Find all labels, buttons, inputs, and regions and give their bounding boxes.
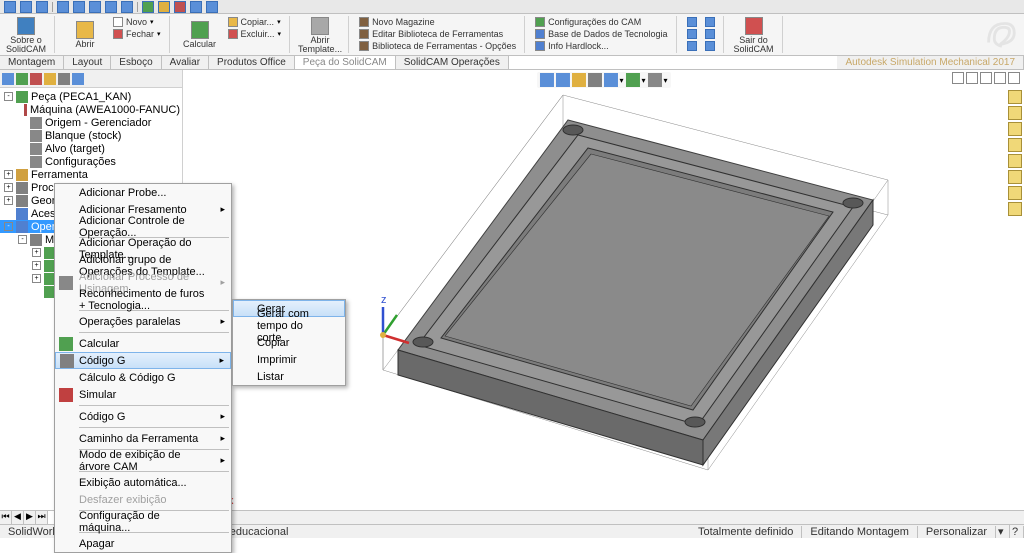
ribbon-button[interactable]: Novo Magazine <box>357 16 518 28</box>
context-menu-item[interactable]: Reconhecimento de furos + Tecnologia... <box>55 291 231 308</box>
axis-z-label: z <box>381 294 387 306</box>
tree-item[interactable]: Alvo (target) <box>0 142 182 155</box>
ribbon-button[interactable]: Sair doSolidCAM <box>732 16 776 54</box>
tab-nav-prev[interactable]: ◀ <box>12 511 24 524</box>
ribbon-tab[interactable]: Layout <box>64 56 111 69</box>
ribbon-icon[interactable] <box>703 16 717 28</box>
qat-icon[interactable] <box>142 1 154 13</box>
3d-part[interactable]: z <box>363 80 1024 480</box>
qat-icon[interactable] <box>158 1 170 13</box>
qat-icon[interactable] <box>105 1 117 13</box>
context-menu-item[interactable]: Código G▸ <box>55 352 231 369</box>
ribbon-tab-simulation[interactable]: Autodesk Simulation Mechanical 2017 <box>837 56 1024 69</box>
ribbon-tab[interactable]: Produtos Office <box>209 56 295 69</box>
ribbon-icon[interactable] <box>703 28 717 40</box>
tree-item[interactable]: -Peça (PECA1_KAN) <box>0 90 182 103</box>
tab-nav-next[interactable]: ▶ <box>24 511 36 524</box>
quick-access-toolbar <box>0 0 1024 14</box>
sidebar-icon-row <box>0 70 182 88</box>
status-icon[interactable]: ? <box>1010 526 1024 538</box>
context-menu-item[interactable]: Modo de exibição de árvore CAM▸ <box>55 452 231 469</box>
sidebar-mode-icon[interactable] <box>16 73 28 85</box>
context-menu-item[interactable]: Simular <box>55 386 231 403</box>
ribbon-button[interactable]: Base de Dados de Tecnologia <box>533 28 669 40</box>
ribbon-button[interactable]: Configurações do CAM <box>533 16 669 28</box>
ribbon-tab[interactable]: Esboço <box>111 56 161 69</box>
ribbon-tab[interactable]: SolidCAM Operações <box>396 56 509 69</box>
operations-context-menu: Adicionar Probe...Adicionar Fresamento▸A… <box>54 183 232 553</box>
ribbon-icon[interactable] <box>685 40 699 52</box>
context-menu-item[interactable]: Configuração de máquina... <box>55 513 231 530</box>
context-menu-item[interactable]: Listar <box>233 368 345 385</box>
ribbon-tab[interactable]: Montagem <box>0 56 64 69</box>
qat-icon[interactable] <box>4 1 16 13</box>
ribbon: Sobre oSolidCAM Abrir Novo ▾Fechar ▾ Calcul… <box>0 14 1024 56</box>
sidebar-mode-icon[interactable] <box>72 73 84 85</box>
sidebar-mode-icon[interactable] <box>44 73 56 85</box>
context-menu-item: Desfazer exibição <box>55 491 231 508</box>
sidebar-mode-icon[interactable] <box>2 73 14 85</box>
qat-icon[interactable] <box>174 1 186 13</box>
ribbon-tabs: MontagemLayoutEsboçoAvaliarProdutos Offi… <box>0 56 1024 70</box>
ribbon-button[interactable]: Abrir <box>63 16 107 54</box>
ribbon-button[interactable]: Info Hardlock... <box>533 40 669 52</box>
context-menu-item[interactable]: Código G▸ <box>55 408 231 425</box>
qat-icon[interactable] <box>89 1 101 13</box>
3d-viewport[interactable]: ▾ ▾ ▾ <box>183 70 1024 524</box>
ribbon-button[interactable]: Sobre oSolidCAM <box>4 16 48 54</box>
ribbon-button[interactable]: Copiar... ▾ <box>226 16 284 28</box>
tree-item[interactable]: Configurações <box>0 155 182 168</box>
context-menu-item[interactable]: Copiar <box>233 334 345 351</box>
status-editing: Editando Montagem <box>802 526 917 538</box>
tab-nav-last[interactable]: ⏭ <box>36 511 48 524</box>
tree-item[interactable]: Blanque (stock) <box>0 129 182 142</box>
context-menu-item[interactable]: Operações paralelas▸ <box>55 313 231 330</box>
tree-item[interactable]: Origem - Gerenciador <box>0 116 182 129</box>
gcode-submenu: GerarGerar com tempo do corteCopiarImpri… <box>232 299 346 386</box>
ribbon-icon[interactable] <box>703 40 717 52</box>
context-menu-item[interactable]: Calcular <box>55 335 231 352</box>
status-customize[interactable]: Personalizar <box>918 526 996 538</box>
tab-nav-first[interactable]: ⏮ <box>0 511 12 524</box>
context-menu-item[interactable]: Imprimir <box>233 351 345 368</box>
ribbon-icon[interactable] <box>685 28 699 40</box>
context-menu-item[interactable]: Gerar com tempo do corte <box>233 317 345 334</box>
sidebar-mode-icon[interactable] <box>58 73 70 85</box>
ribbon-button[interactable]: Calcular <box>178 16 222 54</box>
context-menu-item[interactable]: Adicionar Probe... <box>55 184 231 201</box>
qat-icon[interactable] <box>36 1 48 13</box>
ribbon-button[interactable]: AbrirTemplate... <box>298 16 342 54</box>
tree-item[interactable]: Máquina (AWEA1000-FANUC) <box>0 103 182 116</box>
qat-icon[interactable] <box>73 1 85 13</box>
ribbon-button[interactable]: Fechar ▾ <box>111 28 163 40</box>
context-menu-item[interactable]: Exibição automática... <box>55 474 231 491</box>
ribbon-button[interactable]: Novo ▾ <box>111 16 163 28</box>
sidebar-mode-icon[interactable] <box>30 73 42 85</box>
context-menu-item[interactable]: Adicionar Controle de Operação... <box>55 218 231 235</box>
context-menu-item[interactable]: Caminho da Ferramenta▸ <box>55 430 231 447</box>
ribbon-button[interactable]: Biblioteca de Ferramentas - Opções <box>357 40 518 52</box>
dassault-logo <box>980 14 1020 52</box>
status-icon[interactable]: ▾ <box>996 525 1010 538</box>
ribbon-button[interactable]: Editar Biblioteca de Ferramentas <box>357 28 518 40</box>
ribbon-button[interactable]: Excluir... ▾ <box>226 28 284 40</box>
ribbon-tab[interactable]: Avaliar <box>162 56 209 69</box>
qat-icon[interactable] <box>190 1 202 13</box>
qat-icon[interactable] <box>206 1 218 13</box>
qat-icon[interactable] <box>20 1 32 13</box>
qat-icon[interactable] <box>121 1 133 13</box>
status-defined: Totalmente definido <box>690 526 802 538</box>
qat-icon[interactable] <box>57 1 69 13</box>
ribbon-icon[interactable] <box>685 16 699 28</box>
tree-item[interactable]: +Ferramenta <box>0 168 182 181</box>
ribbon-tab[interactable]: Peça do SolidCAM <box>295 56 396 69</box>
context-menu-item[interactable]: Cálculo & Código G <box>55 369 231 386</box>
